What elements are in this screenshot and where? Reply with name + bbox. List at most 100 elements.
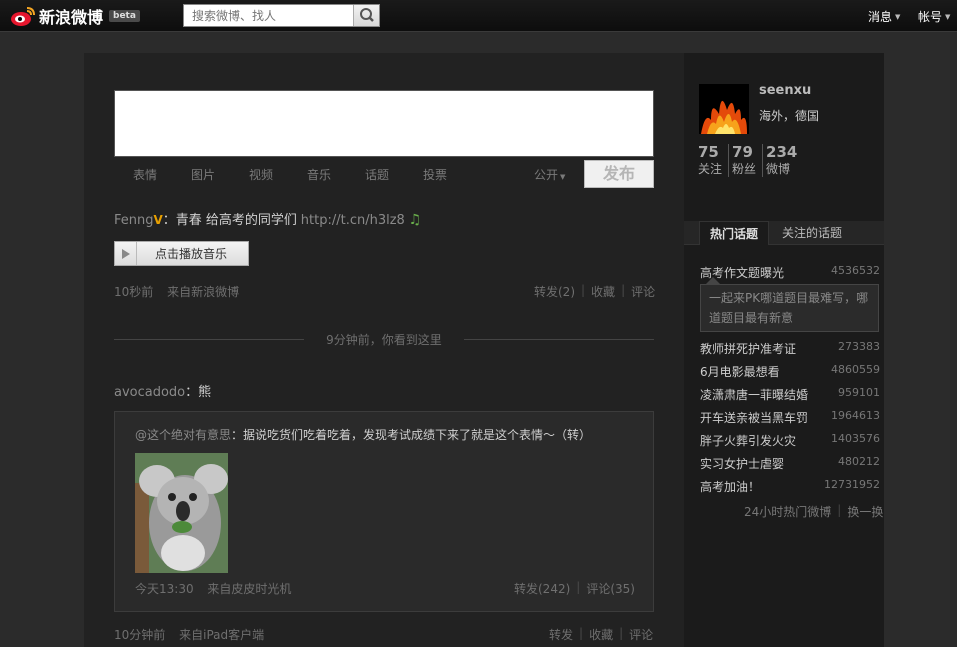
tool-emoji[interactable]: 表情: [133, 166, 191, 183]
play-music-label: 点击播放音乐: [155, 247, 228, 261]
weibo-eye-icon: [10, 5, 36, 27]
topic-title: 开车送亲被当黑车罚: [700, 411, 809, 425]
nav-messages-label: 消息: [868, 10, 893, 24]
refresh-topics-link[interactable]: 换一换: [847, 503, 883, 520]
stat-following[interactable]: 75 关注: [698, 144, 725, 177]
play-music-button[interactable]: 点击播放音乐: [114, 241, 249, 266]
topic-count: 480212: [838, 455, 880, 468]
stat-label: 粉丝: [732, 162, 757, 176]
publish-button[interactable]: 发布: [584, 160, 654, 188]
topic-item[interactable]: 6月电影最想看 4860559: [700, 363, 880, 380]
main-feed: 表情 图片 视频 音乐 话题 投票 公开 ▼ 发布 FenngV：青春 给高考的同…: [84, 53, 684, 647]
topic-count: 12731952: [824, 478, 880, 491]
composer-toolbar: 表情 图片 视频 音乐 话题 投票: [133, 166, 481, 183]
post-time[interactable]: 10分钟前: [114, 628, 165, 642]
retweet-time[interactable]: 今天13:30: [135, 582, 194, 596]
topic-count: 1964613: [831, 409, 880, 422]
stat-number: 75: [698, 143, 719, 161]
visibility-select[interactable]: 公开 ▼: [534, 166, 565, 183]
tool-topic[interactable]: 话题: [365, 166, 423, 183]
topic-title: 高考加油！: [700, 480, 761, 494]
beta-badge: beta: [109, 10, 140, 22]
topic-item[interactable]: 高考作文题曝光 4536532: [700, 264, 880, 281]
separator: |: [619, 626, 624, 640]
retweet-actions: 转发(242) | 评论(35): [514, 580, 635, 597]
separator: |: [576, 580, 581, 594]
read-divider-text[interactable]: 9分钟前，你看到这里: [114, 331, 654, 348]
tool-video[interactable]: 视频: [249, 166, 307, 183]
search-icon: [360, 8, 374, 22]
topic-count: 1403576: [831, 432, 880, 445]
retweet-source[interactable]: 来自皮皮时光机: [207, 582, 291, 596]
chevron-down-icon: ▼: [945, 12, 951, 21]
comment-button[interactable]: 评论: [631, 283, 655, 300]
topic-title: 教师拼死护准考证: [700, 342, 797, 356]
topic-title: 6月电影最想看: [700, 365, 780, 379]
separator: |: [579, 626, 584, 640]
topic-item[interactable]: 胖子火葬引发火灾 1403576: [700, 432, 880, 449]
stat-number: 234: [766, 143, 798, 161]
post-time[interactable]: 10秒前: [114, 285, 153, 299]
tab-followed-topics[interactable]: 关注的话题: [772, 221, 852, 245]
favorite-button[interactable]: 收藏: [591, 283, 615, 300]
post-link[interactable]: http://t.cn/h3lz8: [301, 213, 405, 228]
music-note-icon: ♫: [408, 212, 422, 228]
nav-account[interactable]: 帐号 ▼: [918, 8, 950, 25]
topic-tooltip: 一起来PK哪道题目最难写，哪道题目最有新意: [700, 284, 879, 332]
topic-item[interactable]: 实习女护士虐婴 480212: [700, 455, 880, 472]
tool-image[interactable]: 图片: [191, 166, 249, 183]
retweet-comment-button[interactable]: 评论(35): [586, 580, 635, 597]
top-bar: 新浪微博 beta 消息 ▼ 帐号 ▼: [0, 0, 957, 32]
retweet-origin-user[interactable]: @这个绝对有意思: [135, 428, 231, 442]
chevron-down-icon: ▼: [895, 12, 901, 21]
post-author[interactable]: Fenng: [114, 213, 154, 228]
tooltip-arrow: [706, 277, 720, 284]
topics-footer: 24小时热门微博 | 换一换: [744, 503, 883, 520]
topic-item[interactable]: 高考加油！ 12731952: [700, 478, 880, 495]
feed-post: FenngV：青春 给高考的同学们 http://t.cn/h3lz8 ♫: [114, 209, 421, 228]
hot-weibo-link[interactable]: 24小时热门微博: [744, 503, 831, 520]
chevron-down-icon: ▼: [560, 173, 566, 181]
post-author[interactable]: avocadodo: [114, 385, 185, 400]
tab-hot-topics[interactable]: 热门话题: [699, 221, 770, 245]
topic-count: 959101: [838, 386, 880, 399]
avatar[interactable]: [699, 84, 749, 134]
play-icon: [115, 242, 137, 265]
repost-button[interactable]: 转发: [549, 626, 573, 643]
post-source[interactable]: 来自新浪微博: [167, 285, 239, 299]
retweet-box: @这个绝对有意思：据说吃货们吃着吃着，发现考试成绩下来了就是这个表情～（转） 今…: [114, 411, 654, 612]
topic-count: 4536532: [831, 264, 880, 277]
favorite-button[interactable]: 收藏: [589, 626, 613, 643]
comment-button[interactable]: 评论: [629, 626, 653, 643]
tool-poll[interactable]: 投票: [423, 166, 481, 183]
stat-followers[interactable]: 79 粉丝: [728, 144, 759, 177]
post-actions: 转发(2) | 收藏 | 评论: [534, 283, 655, 300]
repost-button[interactable]: 转发(2): [534, 283, 575, 300]
profile-location: 海外，德国: [759, 109, 820, 123]
topics-tabs: 热门话题 关注的话题: [684, 221, 884, 245]
topic-title: 实习女护士虐婴: [700, 457, 785, 471]
stat-posts[interactable]: 234 微博: [762, 144, 800, 177]
weibo-logo[interactable]: 新浪微博 beta: [10, 4, 140, 28]
retweet-repost-button[interactable]: 转发(242): [514, 580, 570, 597]
separator: |: [837, 503, 842, 517]
topic-item[interactable]: 凌潇肃唐一菲曝结婚 959101: [700, 386, 880, 403]
separator: |: [621, 283, 626, 297]
sidebar: seenxu 海外，德国 75 关注 79 粉丝 234 微博 热门话题 关注的…: [684, 53, 884, 647]
search-input[interactable]: [184, 5, 352, 26]
topic-item[interactable]: 开车送亲被当黑车罚 1964613: [700, 409, 880, 426]
post-source[interactable]: 来自iPad客户端: [179, 628, 264, 642]
compose-textarea[interactable]: [114, 90, 654, 157]
search-box: [183, 4, 380, 27]
tool-music[interactable]: 音乐: [307, 166, 365, 183]
feed-post: avocadodo：熊: [114, 381, 211, 400]
profile-name[interactable]: seenxu: [759, 83, 811, 98]
topic-item[interactable]: 教师拼死护准考证 273383: [700, 340, 880, 357]
retweet-meta: 今天13:30 来自皮皮时光机: [135, 580, 291, 597]
visibility-label: 公开: [534, 168, 559, 182]
search-button[interactable]: [353, 5, 379, 26]
logo-text: 新浪微博: [39, 8, 104, 27]
koala-image[interactable]: [135, 453, 228, 573]
topic-title: 凌潇肃唐一菲曝结婚: [700, 388, 809, 402]
nav-messages[interactable]: 消息 ▼: [868, 8, 900, 25]
